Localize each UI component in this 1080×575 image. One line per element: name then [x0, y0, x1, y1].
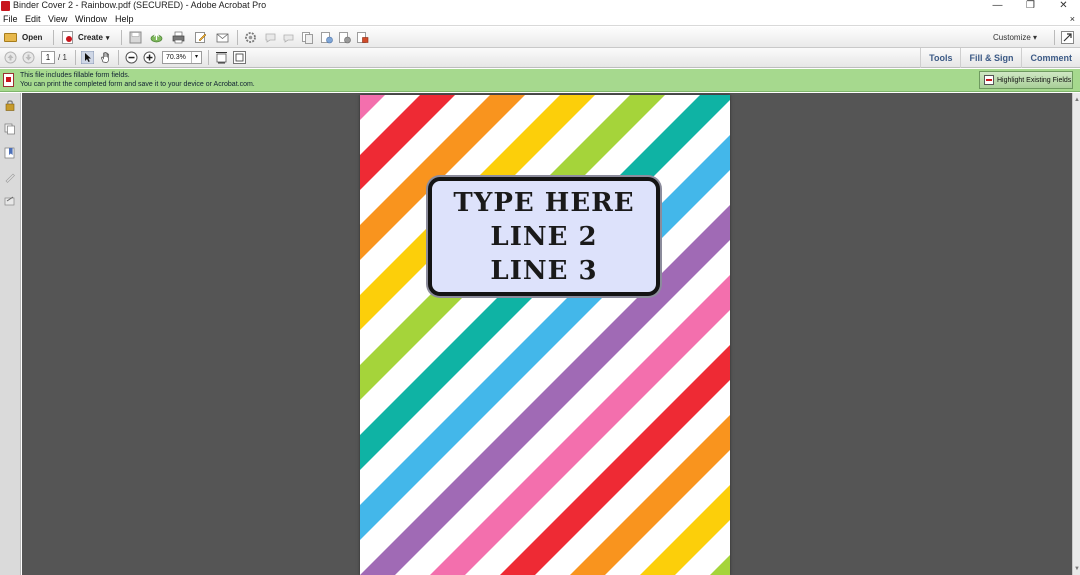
form-document-icon	[3, 73, 14, 87]
close-document-button[interactable]: ×	[1070, 12, 1075, 26]
toolbar-divider	[1054, 30, 1055, 45]
fit-page-icon[interactable]	[233, 51, 246, 64]
toolbar-divider	[75, 50, 76, 65]
next-page-icon[interactable]	[22, 51, 35, 64]
comment-bubble-icon[interactable]	[264, 31, 277, 44]
hand-tool-icon[interactable]	[99, 51, 112, 64]
navigation-toolbar: 1 / 1 70.3% ▾ Tools Fill & Sign Comment	[0, 48, 1080, 68]
zoom-level-select[interactable]: 70.3% ▾	[162, 51, 202, 64]
menu-file[interactable]: File	[3, 12, 18, 26]
cloud-upload-icon[interactable]	[150, 31, 163, 44]
notice-line-2: You can print the completed form and sav…	[20, 81, 255, 88]
restore-button[interactable]: ❐	[1014, 0, 1047, 12]
combine-icon[interactable]	[338, 31, 351, 44]
customize-dropdown[interactable]: Customize ▾	[993, 27, 1037, 48]
pdf-page[interactable]: TYPE HERE LINE 2 LINE 3	[360, 95, 730, 575]
fill-sign-pane-button[interactable]: Fill & Sign	[960, 48, 1021, 68]
signatures-icon[interactable]	[4, 171, 16, 183]
bookmarks-icon[interactable]	[4, 147, 16, 159]
open-button[interactable]: Open	[4, 29, 42, 46]
form-field-line-2[interactable]: LINE 2	[490, 220, 597, 254]
toolbar-divider	[237, 30, 238, 45]
chevron-down-icon[interactable]: ▾	[191, 52, 201, 63]
form-field-line-1[interactable]: TYPE HERE	[453, 186, 634, 220]
title-form-field[interactable]: TYPE HERE LINE 2 LINE 3	[428, 177, 660, 296]
window-controls: — ❐ ✕	[981, 0, 1080, 12]
form-field-line-3[interactable]: LINE 3	[490, 254, 597, 288]
notice-line-1: This file includes fillable form fields.	[20, 72, 130, 79]
zoom-value: 70.3%	[166, 54, 186, 61]
menu-view[interactable]: View	[48, 12, 67, 26]
navigation-pane	[0, 93, 21, 575]
comment-pane-button[interactable]: Comment	[1021, 48, 1080, 68]
print-icon[interactable]	[172, 31, 185, 44]
window-title: Binder Cover 2 - Rainbow.pdf (SECURED) -…	[13, 0, 267, 10]
document-viewer[interactable]: TYPE HERE LINE 2 LINE 3	[22, 93, 1072, 575]
create-label: Create	[78, 33, 103, 42]
create-pdf-icon	[62, 31, 73, 44]
scroll-down-arrow-icon[interactable]: ▼	[1074, 566, 1080, 572]
menu-bar: File Edit View Window Help ×	[0, 12, 1080, 26]
attachments-icon[interactable]	[4, 195, 16, 207]
toolbar-divider	[118, 50, 119, 65]
title-bar: Binder Cover 2 - Rainbow.pdf (SECURED) -…	[0, 0, 1080, 12]
acrobat-app-icon	[1, 1, 10, 11]
file-toolbar: Open Create ▾ Customize ▾	[0, 27, 1080, 48]
pages-icon[interactable]	[301, 31, 314, 44]
secure-document-icon[interactable]	[356, 31, 369, 44]
page-thumbnails-icon[interactable]	[4, 123, 16, 135]
email-icon[interactable]	[216, 31, 229, 44]
scroll-up-arrow-icon[interactable]: ▲	[1074, 97, 1080, 103]
zoom-in-icon[interactable]	[143, 51, 156, 64]
select-tool-icon[interactable]	[81, 51, 94, 64]
page-number-input[interactable]: 1	[41, 51, 55, 64]
rainbow-stripes-background	[360, 95, 730, 575]
toolbar-divider	[53, 30, 54, 45]
minimize-button[interactable]: —	[981, 0, 1014, 12]
export-icon[interactable]	[320, 31, 333, 44]
tools-pane-button[interactable]: Tools	[920, 48, 960, 68]
previous-page-icon[interactable]	[4, 51, 17, 64]
chevron-down-icon: ▾	[1033, 33, 1038, 42]
close-window-button[interactable]: ✕	[1047, 0, 1080, 12]
vertical-scrollbar[interactable]: ▲ ▼	[1072, 93, 1080, 575]
chevron-down-icon: ▾	[105, 34, 110, 42]
folder-icon	[4, 33, 17, 42]
task-pane-links: Tools Fill & Sign Comment	[920, 48, 1080, 68]
reply-icon[interactable]	[282, 31, 295, 44]
highlight-fields-label: Highlight Existing Fields	[997, 76, 1072, 84]
toolbar-divider	[208, 50, 209, 65]
menu-edit[interactable]: Edit	[25, 12, 41, 26]
form-fields-notice: This file includes fillable form fields.…	[0, 69, 1080, 92]
highlight-existing-fields-button[interactable]: Highlight Existing Fields	[979, 71, 1073, 89]
highlight-fields-icon	[984, 75, 994, 85]
zoom-out-icon[interactable]	[125, 51, 138, 64]
gear-icon[interactable]	[244, 31, 257, 44]
customize-label: Customize	[993, 33, 1031, 42]
lock-icon[interactable]	[4, 99, 16, 111]
menu-window[interactable]: Window	[75, 12, 107, 26]
menu-help[interactable]: Help	[115, 12, 134, 26]
create-button[interactable]: Create ▾	[62, 29, 109, 46]
edit-document-icon[interactable]	[194, 31, 207, 44]
open-label: Open	[22, 33, 43, 42]
fit-width-icon[interactable]	[215, 51, 228, 64]
expand-icon[interactable]	[1061, 31, 1074, 44]
toolbar-divider	[121, 30, 122, 45]
save-icon[interactable]	[129, 31, 142, 44]
page-total: / 1	[58, 53, 67, 62]
